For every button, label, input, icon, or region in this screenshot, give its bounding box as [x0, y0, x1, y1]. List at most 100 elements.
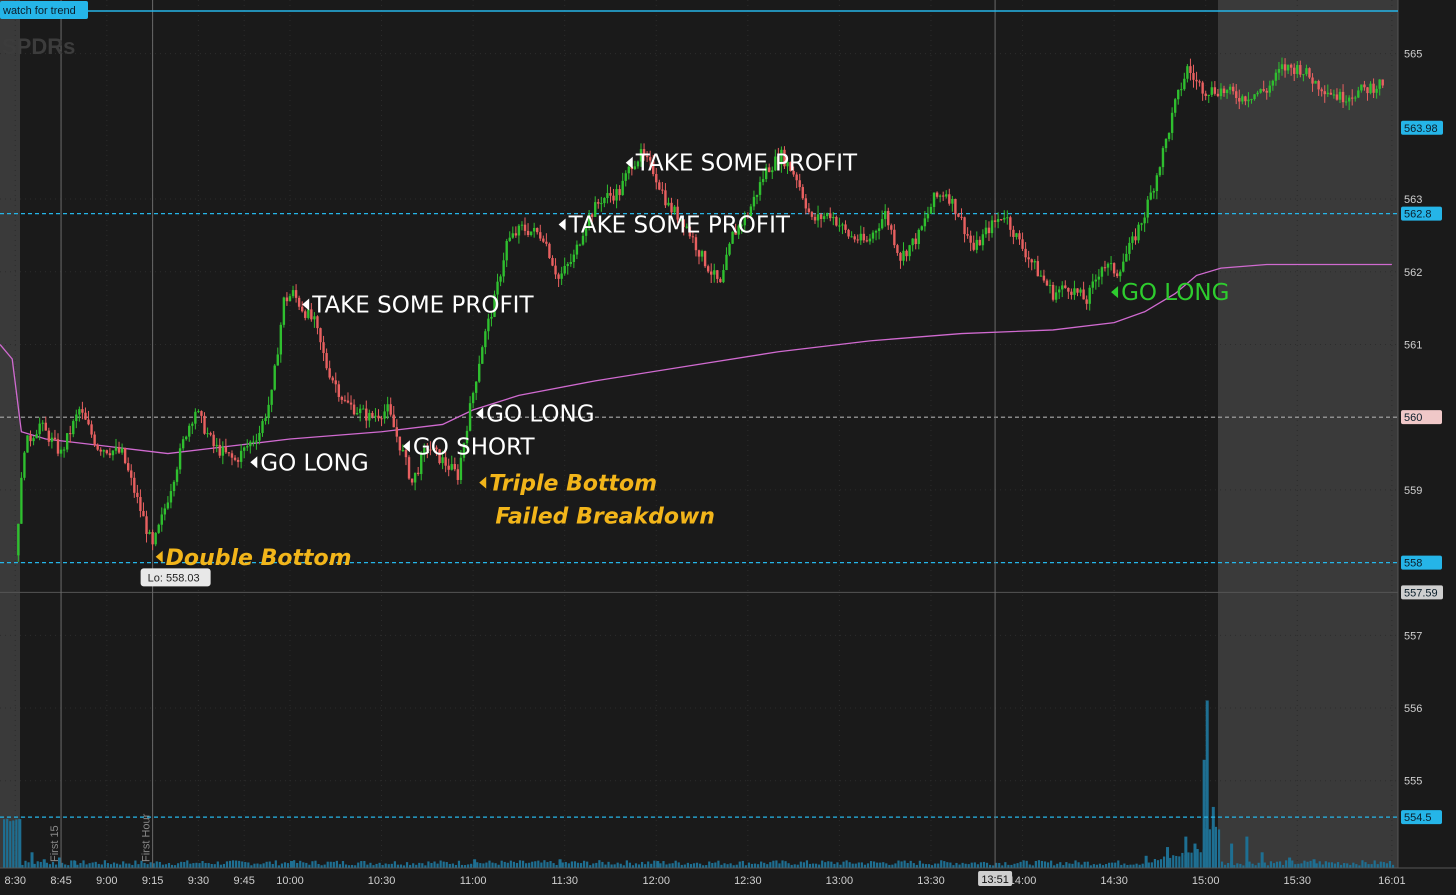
candle-body: [1198, 81, 1201, 83]
volume-bar: [897, 860, 900, 868]
candle-body: [337, 384, 341, 397]
candle-body: [389, 404, 392, 415]
volume-bar: [778, 863, 781, 868]
volume-bar: [747, 862, 751, 868]
candle-body: [1106, 263, 1110, 268]
candle-body: [542, 238, 545, 242]
volume-bar: [604, 864, 607, 868]
time-axis[interactable]: 8:30 8:45 9:00 9:15 9:30 9:45 10:00 10:30 11:00 1…: [0, 867, 1456, 895]
candle-body: [304, 311, 307, 318]
candle-body: [1296, 65, 1299, 74]
volume-bar: [564, 861, 567, 868]
volume-bar: [1080, 864, 1083, 868]
candle-body: [56, 439, 60, 454]
candle-body: [505, 240, 508, 261]
volume-bar: [439, 860, 442, 868]
volume-bar: [1248, 861, 1251, 868]
volume-bar: [979, 862, 983, 868]
candle-body: [191, 423, 194, 426]
candle-body: [148, 532, 151, 534]
candle-body: [197, 411, 200, 413]
volume-bar: [1046, 862, 1050, 868]
volume-bar: [1025, 860, 1028, 868]
candle-body: [481, 347, 484, 364]
volume-bar: [457, 860, 461, 868]
candle-body: [239, 450, 243, 462]
candle-body: [325, 353, 328, 369]
volume-bar: [576, 862, 580, 868]
price-axis[interactable]: 555 556 557 559 561 562 563 565 562.8 560 558 554.5…: [1397, 0, 1456, 895]
volume-bar: [357, 862, 360, 868]
volume-bar: [311, 861, 314, 868]
candle-body: [35, 434, 38, 439]
volume-bar: [143, 862, 146, 868]
price-tag: 557.59: [1404, 587, 1438, 599]
candle-body: [670, 202, 673, 213]
volume-bar: [567, 863, 570, 868]
candle-body: [1158, 167, 1162, 176]
price-tick: 557: [1404, 630, 1422, 642]
volume-bar: [1297, 863, 1300, 868]
volume-bar: [659, 863, 662, 868]
volume-bar: [628, 862, 631, 868]
volume-bar: [1361, 860, 1364, 868]
volume-bar: [763, 862, 766, 868]
volume-bar: [625, 860, 628, 868]
price-tick: 563: [1404, 194, 1422, 206]
candle-body: [93, 434, 96, 445]
volume-bar: [714, 862, 717, 868]
volume-bar: [1373, 860, 1376, 868]
candle-body: [53, 437, 57, 440]
candle-body: [1332, 94, 1336, 96]
volume-bar: [485, 862, 488, 868]
header-tag[interactable]: watch for trend: [2, 5, 76, 17]
candle-body: [65, 433, 69, 450]
volume-bar: [259, 864, 262, 868]
candle-body: [826, 213, 829, 217]
candle-body: [365, 408, 368, 421]
volume-bar: [1205, 700, 1209, 868]
time-axis-bg: [0, 868, 1456, 895]
volume-bar: [235, 860, 238, 868]
volume-bar: [335, 860, 338, 868]
candle-body: [450, 464, 453, 470]
candle-body: [667, 202, 670, 206]
volume-bar: [866, 863, 870, 868]
candle-body: [1250, 99, 1253, 101]
volume-bar: [1190, 852, 1193, 868]
candle-body: [249, 441, 252, 447]
volume-bar: [827, 861, 830, 868]
candle-body: [1378, 79, 1381, 89]
candle-body: [1100, 267, 1104, 277]
candle-body: [948, 194, 951, 204]
volume-bar: [491, 862, 494, 868]
volume-bar: [674, 860, 677, 868]
level-tag: 562.8: [1404, 209, 1432, 221]
candle-body: [288, 296, 292, 302]
price-tick: 555: [1404, 776, 1422, 788]
candle-body: [560, 273, 563, 279]
volume-bar: [924, 864, 928, 868]
volume-bar: [934, 863, 937, 868]
candle-body: [1268, 85, 1271, 93]
candle-body: [1363, 84, 1366, 88]
volume-bar: [1346, 863, 1349, 868]
candle-body: [1180, 89, 1183, 91]
candle-body: [1131, 236, 1134, 243]
time-tick: 9:15: [142, 875, 163, 887]
candle-body: [545, 241, 548, 244]
volume-bar: [183, 861, 186, 868]
candle-body: [1045, 280, 1049, 286]
volume-bar: [1196, 848, 1199, 868]
volume-bar: [814, 863, 818, 868]
volume-bar: [3, 819, 6, 868]
candle-body: [163, 508, 167, 515]
time-tick: 14:30: [1100, 875, 1128, 887]
candle-body: [1164, 138, 1168, 149]
volume-bar: [149, 862, 152, 868]
volume-bar: [781, 860, 784, 868]
volume-bar: [741, 860, 744, 868]
afterhours-shade: [1218, 0, 1398, 868]
price-chart[interactable]: First 15 First Hour Double Bottom GO LONG T…: [0, 0, 1456, 895]
price-tick: 565: [1404, 49, 1422, 61]
